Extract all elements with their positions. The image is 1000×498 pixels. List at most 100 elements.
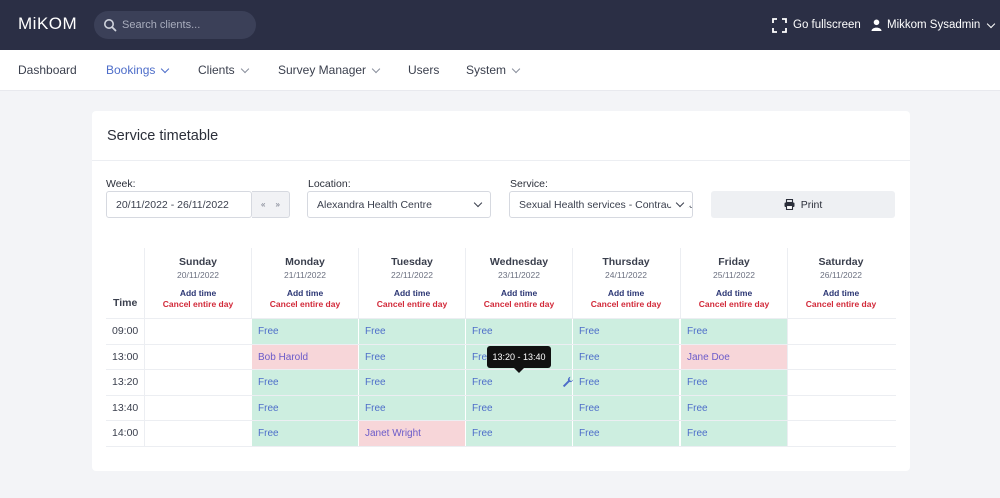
empty-slot — [144, 421, 251, 446]
nav-clients[interactable]: Clients — [198, 63, 249, 77]
add-time-link[interactable]: Add time — [145, 288, 251, 298]
location-select[interactable]: Alexandra Health Centre — [307, 191, 491, 218]
cancel-entire-day-link[interactable]: Cancel entire day — [252, 299, 358, 309]
day-name: Tuesday — [391, 256, 433, 268]
time-cell: 13:00 — [112, 350, 139, 363]
location-label: Location: — [308, 178, 351, 190]
cancel-entire-day-link[interactable]: Cancel entire day — [788, 299, 894, 309]
day-date: 21/11/2022 — [284, 270, 326, 280]
nav-survey-manager[interactable]: Survey Manager — [278, 63, 381, 77]
chevron-down-icon — [161, 64, 170, 73]
chevron-down-icon — [240, 64, 249, 73]
location-value: Alexandra Health Centre — [317, 199, 432, 211]
booked-slot[interactable]: Jane Doe — [680, 344, 787, 370]
free-slot[interactable]: Free — [680, 319, 787, 344]
empty-slot — [787, 421, 894, 446]
fullscreen-icon — [772, 17, 787, 33]
chevron-down-icon — [987, 19, 996, 28]
free-slot[interactable]: Free — [251, 370, 358, 395]
nav-bookings-label: Bookings — [106, 63, 156, 77]
empty-slot — [787, 370, 894, 395]
add-time-link[interactable]: Add time — [359, 288, 465, 298]
cancel-entire-day-link[interactable]: Cancel entire day — [681, 299, 787, 309]
printer-icon — [784, 199, 795, 210]
day-date: 25/11/2022 — [713, 270, 755, 280]
booked-slot[interactable]: Janet Wright — [358, 421, 465, 446]
add-time-link[interactable]: Add time — [573, 288, 679, 298]
add-time-link[interactable]: Add time — [788, 288, 894, 298]
empty-slot — [144, 319, 251, 344]
empty-slot — [787, 395, 894, 421]
day-header-tuesday: Tuesday 22/11/2022 Add time Cancel entire d… — [358, 248, 465, 318]
cancel-entire-day-link[interactable]: Cancel entire day — [359, 299, 465, 309]
free-slot[interactable]: Free — [680, 370, 787, 395]
nav-system[interactable]: System — [466, 63, 521, 77]
cancel-entire-day-link[interactable]: Cancel entire day — [573, 299, 679, 309]
search-box[interactable] — [94, 11, 256, 39]
add-time-link[interactable]: Add time — [252, 288, 358, 298]
day-name: Friday — [718, 256, 750, 268]
free-slot[interactable]: Free — [358, 370, 465, 395]
cancel-entire-day-link[interactable]: Cancel entire day — [145, 299, 251, 309]
free-slot[interactable]: Free — [358, 344, 465, 370]
day-header-monday: Monday 21/11/2022 Add time Cancel entire da… — [251, 248, 358, 318]
grid-bottom-border — [106, 445, 896, 447]
empty-slot — [144, 395, 251, 421]
free-slot[interactable]: Free — [465, 319, 572, 344]
chevron-down-icon — [511, 64, 521, 73]
free-slot[interactable]: Free — [572, 395, 679, 421]
fullscreen-button[interactable]: Go fullscreen — [772, 16, 861, 34]
logo[interactable]: MiKOM — [18, 14, 77, 34]
table-row: 14:00 Free Janet Wright Free Free Free — [106, 420, 896, 446]
empty-slot — [144, 370, 251, 395]
nav-users[interactable]: Users — [408, 63, 439, 77]
print-label: Print — [800, 198, 823, 211]
day-name: Monday — [285, 256, 325, 268]
free-slot[interactable]: Free — [572, 421, 679, 446]
day-header-friday: Friday 25/11/2022 Add time Cancel entire da… — [680, 248, 787, 318]
free-slot[interactable]: Free — [572, 370, 679, 395]
free-slot[interactable]: Free — [358, 319, 465, 344]
booked-slot[interactable]: Bob Harold — [251, 344, 358, 370]
free-slot[interactable]: Free — [465, 370, 572, 395]
fullscreen-label: Go fullscreen — [793, 19, 861, 31]
free-slot[interactable]: Free — [251, 395, 358, 421]
day-header-thursday: Thursday 24/11/2022 Add time Cancel entire … — [572, 248, 679, 318]
free-slot[interactable]: Free — [465, 395, 572, 421]
day-date: 24/11/2022 — [605, 270, 647, 280]
add-time-link[interactable]: Add time — [681, 288, 787, 298]
nav-dashboard-label: Dashboard — [18, 63, 77, 77]
user-icon — [871, 19, 882, 31]
free-slot[interactable]: Free — [251, 421, 358, 446]
prev-week-button[interactable]: « — [261, 200, 265, 209]
free-slot[interactable]: Free — [680, 395, 787, 421]
time-cell: 13:40 — [112, 401, 139, 414]
table-row: 13:40 Free Free Free Free Free — [106, 394, 896, 421]
nav-bookings[interactable]: Bookings — [106, 63, 170, 77]
divider — [92, 160, 910, 161]
cancel-entire-day-link[interactable]: Cancel entire day — [466, 299, 572, 309]
nav-dashboard[interactable]: Dashboard — [18, 63, 77, 77]
wrench-icon[interactable] — [562, 376, 574, 388]
next-week-button[interactable]: » — [276, 200, 280, 209]
free-slot[interactable]: Free — [358, 395, 465, 421]
day-header-wednesday: Wednesday 23/11/2022 Add time Cancel entire… — [465, 248, 572, 318]
table-row: 09:00 Free Free Free Free Free — [106, 318, 896, 344]
day-name: Thursday — [602, 256, 650, 268]
time-column-header: Time — [106, 248, 144, 318]
service-select[interactable]: Sexual Health services - Contraception — [509, 191, 693, 218]
week-field[interactable]: 20/11/2022 - 26/11/2022 — [106, 191, 252, 218]
print-button[interactable]: Print — [711, 191, 895, 218]
add-time-link[interactable]: Add time — [466, 288, 572, 298]
search-input[interactable] — [122, 15, 250, 35]
free-slot[interactable]: Free — [572, 344, 679, 370]
page-title: Service timetable — [107, 128, 219, 144]
free-slot[interactable]: Free — [251, 319, 358, 344]
free-slot[interactable]: Free — [465, 421, 572, 446]
user-menu[interactable]: Mikkom Sysadmin — [871, 16, 996, 34]
free-slot[interactable]: Free — [680, 421, 787, 446]
week-label: Week: — [106, 178, 136, 190]
free-slot[interactable]: Free — [572, 319, 679, 344]
nav-survey-manager-label: Survey Manager — [278, 63, 367, 77]
search-icon — [104, 19, 117, 32]
